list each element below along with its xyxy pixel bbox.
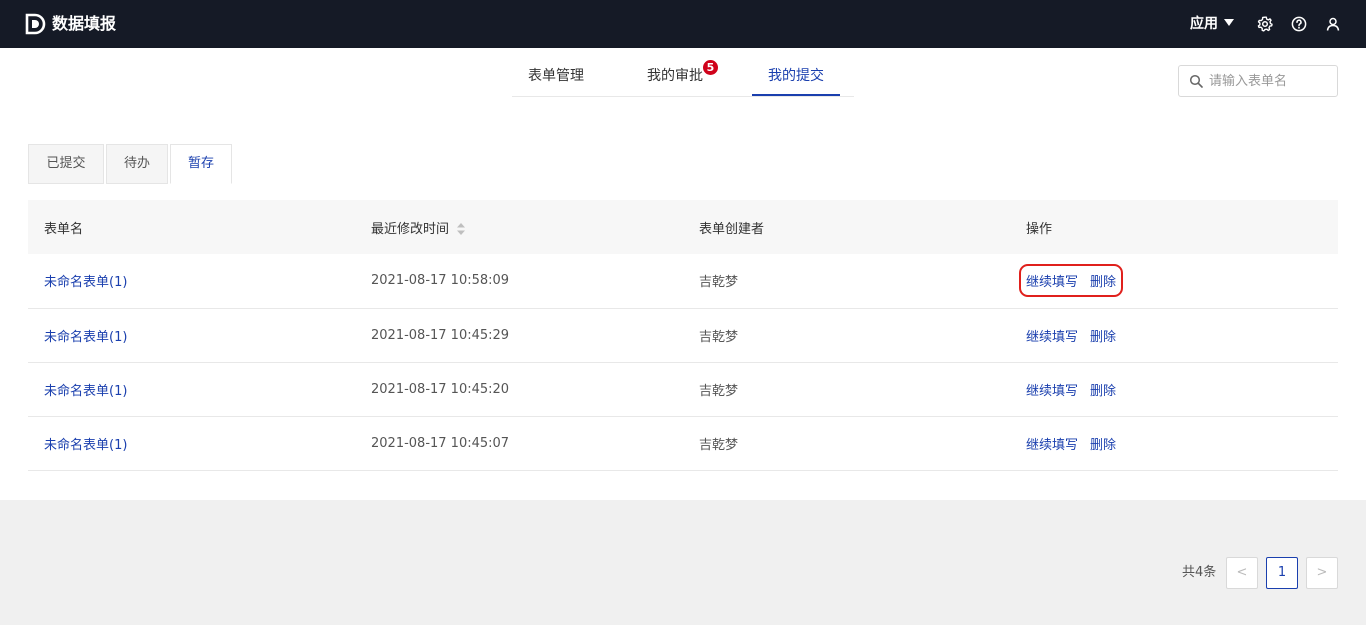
form-name-link[interactable]: 未命名表单(1) <box>44 330 127 345</box>
caret-down-icon <box>1224 19 1234 26</box>
column-header-modified-time[interactable]: 最近修改时间 <box>355 200 683 254</box>
chevron-left-icon: < <box>1236 565 1248 580</box>
top-bar: 数据填报 应用 <box>0 0 1366 48</box>
tab-form-management[interactable]: 表单管理 <box>528 66 584 86</box>
form-name-link[interactable]: 未命名表单(1) <box>44 275 127 290</box>
creator-cell: 吉乾梦 <box>683 416 1010 471</box>
row-actions: 继续填写 删除 <box>1026 380 1116 399</box>
page-button-current[interactable]: 1 <box>1266 557 1298 589</box>
continue-editing-link[interactable]: 继续填写 <box>1026 275 1078 290</box>
continue-editing-link[interactable]: 继续填写 <box>1026 330 1078 345</box>
search-box[interactable] <box>1178 65 1338 97</box>
tab-my-approvals[interactable]: 我的审批 <box>647 66 703 86</box>
creator-cell: 吉乾梦 <box>683 362 1010 417</box>
column-header-label: 表单创建者 <box>699 221 765 237</box>
modified-time-cell: 2021-08-17 10:45:29 <box>355 308 683 363</box>
help-icon[interactable] <box>1291 16 1307 32</box>
column-header-form-name: 表单名 <box>28 200 355 254</box>
creator-cell: 吉乾梦 <box>683 308 1010 363</box>
row-actions: 继续填写 删除 <box>1026 326 1116 345</box>
table-row: 未命名表单(1) 2021-08-17 10:58:09 吉乾梦 继续填写 删除 <box>28 254 1338 309</box>
column-header-creator: 表单创建者 <box>683 200 1010 254</box>
row-actions-highlighted: 继续填写 删除 <box>1018 264 1124 298</box>
form-name-link[interactable]: 未命名表单(1) <box>44 438 127 453</box>
modified-time-cell: 2021-08-17 10:58:09 <box>355 254 683 309</box>
table-row: 未命名表单(1) 2021-08-17 10:45:29 吉乾梦 继续填写 删除 <box>28 308 1338 363</box>
drafts-table: 表单名 最近修改时间 表单创建者 操作 未命名表单(1) 2021-08-17 … <box>28 200 1338 471</box>
continue-editing-link[interactable]: 继续填写 <box>1026 438 1078 453</box>
apps-menu-label: 应用 <box>1190 16 1218 32</box>
row-actions: 继续填写 删除 <box>1026 434 1116 453</box>
subtab-todo[interactable]: 待办 <box>106 144 168 184</box>
delete-link[interactable]: 删除 <box>1090 438 1116 453</box>
active-tab-underline <box>752 94 840 96</box>
table-header-row: 表单名 最近修改时间 表单创建者 操作 <box>28 200 1338 254</box>
tab-my-submissions[interactable]: 我的提交 <box>768 66 824 86</box>
logo-icon <box>25 13 46 35</box>
prev-page-button[interactable]: < <box>1226 557 1258 589</box>
chevron-right-icon: > <box>1316 565 1328 580</box>
subtab-submitted[interactable]: 已提交 <box>28 144 104 184</box>
creator-cell: 吉乾梦 <box>683 254 1010 309</box>
modified-time-cell: 2021-08-17 10:45:07 <box>355 416 683 471</box>
nav-tabs: 表单管理 我的审批 5 我的提交 <box>512 48 854 97</box>
table-row: 未命名表单(1) 2021-08-17 10:45:07 吉乾梦 继续填写 删除 <box>28 416 1338 471</box>
next-page-button[interactable]: > <box>1306 557 1338 589</box>
main-nav: 表单管理 我的审批 5 我的提交 <box>0 48 1366 113</box>
column-header-actions: 操作 <box>1010 200 1338 254</box>
delete-link[interactable]: 删除 <box>1090 275 1116 290</box>
column-header-label: 操作 <box>1026 221 1053 237</box>
search-icon <box>1189 74 1203 88</box>
modified-time-cell: 2021-08-17 10:45:20 <box>355 362 683 417</box>
continue-editing-link[interactable]: 继续填写 <box>1026 384 1078 399</box>
form-name-link[interactable]: 未命名表单(1) <box>44 384 127 399</box>
delete-link[interactable]: 删除 <box>1090 330 1116 345</box>
column-header-label: 表单名 <box>44 221 84 237</box>
app-title: 数据填报 <box>52 14 117 33</box>
column-header-label: 最近修改时间 <box>371 221 450 237</box>
user-icon[interactable] <box>1325 16 1341 32</box>
table-row: 未命名表单(1) 2021-08-17 10:45:20 吉乾梦 继续填写 删除 <box>28 362 1338 417</box>
sort-icon[interactable] <box>457 222 466 235</box>
pagination-total: 共4条 <box>1182 565 1217 580</box>
apps-menu-button[interactable]: 应用 <box>1190 14 1234 34</box>
approvals-count-badge: 5 <box>703 60 718 75</box>
delete-link[interactable]: 删除 <box>1090 384 1116 399</box>
gear-icon[interactable] <box>1257 16 1273 32</box>
subtab-drafts[interactable]: 暂存 <box>170 144 232 184</box>
search-input[interactable] <box>1209 71 1333 91</box>
content-panel: 已提交 待办 暂存 表单名 最近修改时间 表单创建者 操作 未命名表单(1) 2… <box>0 113 1366 500</box>
